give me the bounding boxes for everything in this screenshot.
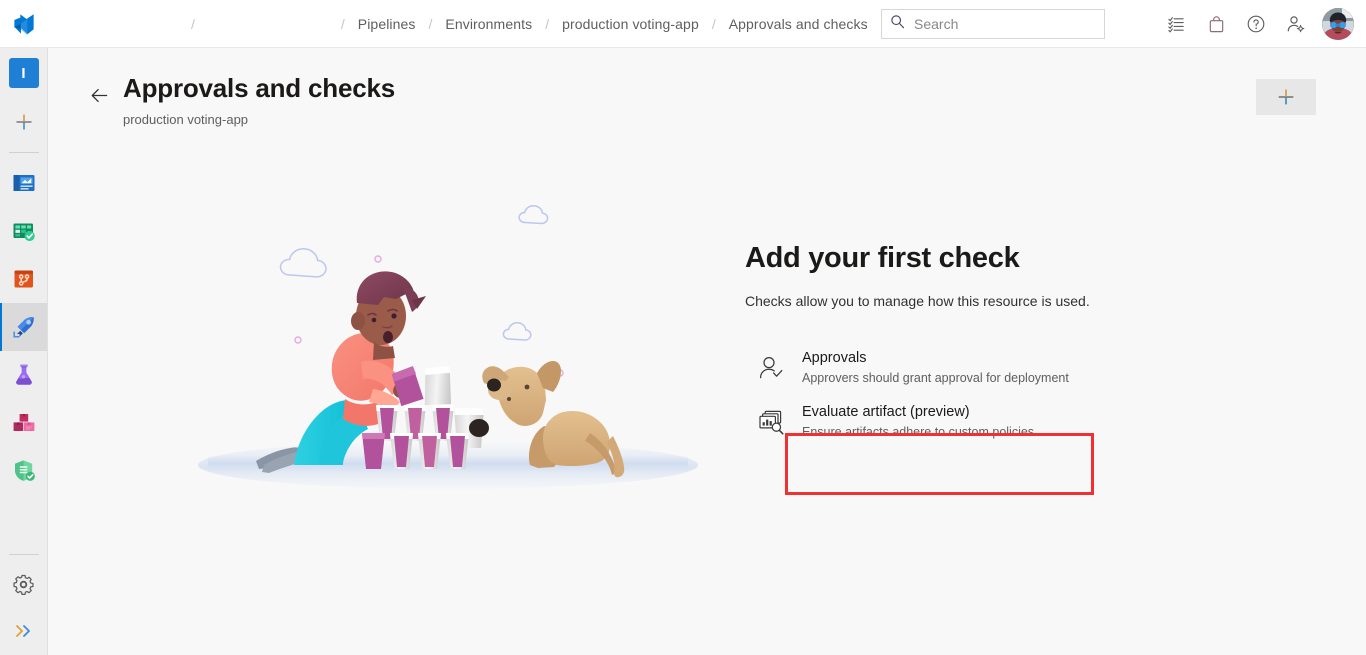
breadcrumb-item-pipelines[interactable]: Pipelines <box>354 14 420 34</box>
sidebar-item-boards[interactable] <box>0 207 47 255</box>
person-check-icon <box>754 351 788 385</box>
search-placeholder: Search <box>914 16 959 32</box>
left-navigation-rail: I <box>0 48 48 655</box>
marketplace-bag-icon[interactable] <box>1196 4 1236 44</box>
empty-state-description: Checks allow you to manage how this reso… <box>745 293 1090 309</box>
header-actions <box>1156 0 1360 48</box>
advanced-security-shield-icon <box>14 460 35 481</box>
gear-icon <box>13 574 34 595</box>
breadcrumb-item-project[interactable] <box>204 22 332 26</box>
empty-state-heading: Add your first check <box>745 242 1020 274</box>
check-option-description: Ensure artifacts adhere to custom polici… <box>802 425 1035 439</box>
breadcrumb: / / Pipelines / Environments / productio… <box>56 0 872 48</box>
repos-icon <box>14 270 33 288</box>
breadcrumb-separator: / <box>428 15 433 32</box>
test-plans-flask-icon <box>15 364 32 385</box>
plus-icon <box>1278 89 1294 105</box>
boards-icon <box>13 223 35 242</box>
sidebar-item-artifacts[interactable] <box>0 399 47 447</box>
breadcrumb-separator: / <box>191 15 195 32</box>
rail-divider <box>8 152 39 153</box>
sidebar-item-repos[interactable] <box>0 255 47 303</box>
expand-rail-button[interactable] <box>0 607 47 655</box>
check-option-evaluate-artifact[interactable]: Evaluate artifact (preview) Ensure artif… <box>745 395 1165 449</box>
check-option-title: Approvals <box>802 350 867 366</box>
page-subtitle: production voting-app <box>123 112 249 127</box>
breadcrumb-item-environment[interactable]: production voting-app <box>558 14 703 34</box>
page-title: Approvals and checks <box>123 73 395 103</box>
sidebar-item-project-settings[interactable] <box>0 561 47 607</box>
pipelines-rocket-icon <box>12 317 34 338</box>
page-header: Approvals and checks production voting-a… <box>83 73 395 128</box>
breadcrumb-item-environments[interactable]: Environments <box>441 14 536 34</box>
chevron-double-right-icon <box>15 625 30 637</box>
breadcrumb-item-organization[interactable] <box>56 22 182 26</box>
overview-icon <box>13 175 34 191</box>
check-option-title: Evaluate artifact (preview) <box>802 404 970 420</box>
rail-project-avatar[interactable]: I <box>0 48 47 98</box>
plus-icon <box>16 114 31 130</box>
help-question-icon[interactable] <box>1236 4 1276 44</box>
breadcrumb-separator: / <box>711 15 716 32</box>
check-type-list: Approvals Approvers should grant approva… <box>745 341 1165 449</box>
back-button[interactable] <box>83 79 115 111</box>
breadcrumb-separator: / <box>340 15 345 32</box>
sidebar-item-test-plans[interactable] <box>0 351 47 399</box>
top-header: / / Pipelines / Environments / productio… <box>0 0 1366 48</box>
user-settings-icon[interactable] <box>1276 4 1316 44</box>
add-check-button[interactable] <box>1256 79 1316 115</box>
tasks-icon[interactable] <box>1156 4 1196 44</box>
rail-divider-bottom <box>8 554 39 555</box>
arrow-left-icon <box>91 88 107 102</box>
breadcrumb-separator: / <box>545 15 550 32</box>
project-initial-badge: I <box>8 58 39 88</box>
check-option-description: Approvers should grant approval for depl… <box>802 371 1069 385</box>
sidebar-item-pipelines[interactable] <box>0 303 47 351</box>
breadcrumb-item-approvals-and-checks[interactable]: Approvals and checks <box>725 14 872 34</box>
empty-state-illustration <box>198 193 718 523</box>
search-icon <box>890 14 905 34</box>
evaluate-artifact-icon <box>754 405 788 439</box>
avatar[interactable] <box>1322 8 1354 40</box>
rail-item-new[interactable] <box>0 98 47 146</box>
azure-devops-logo[interactable] <box>0 0 48 48</box>
empty-state-panel: Add your first check Checks allow you to… <box>745 241 1165 449</box>
search-input[interactable]: Search <box>881 9 1105 39</box>
sidebar-item-overview[interactable] <box>0 159 47 207</box>
held-cups <box>391 365 451 407</box>
azure-devops-window: / / Pipelines / Environments / productio… <box>0 0 1366 655</box>
sidebar-item-advanced-security[interactable] <box>0 447 47 495</box>
check-option-approvals[interactable]: Approvals Approvers should grant approva… <box>745 341 1165 395</box>
artifacts-icon <box>13 414 34 431</box>
main-content: Approvals and checks production voting-a… <box>48 48 1366 655</box>
